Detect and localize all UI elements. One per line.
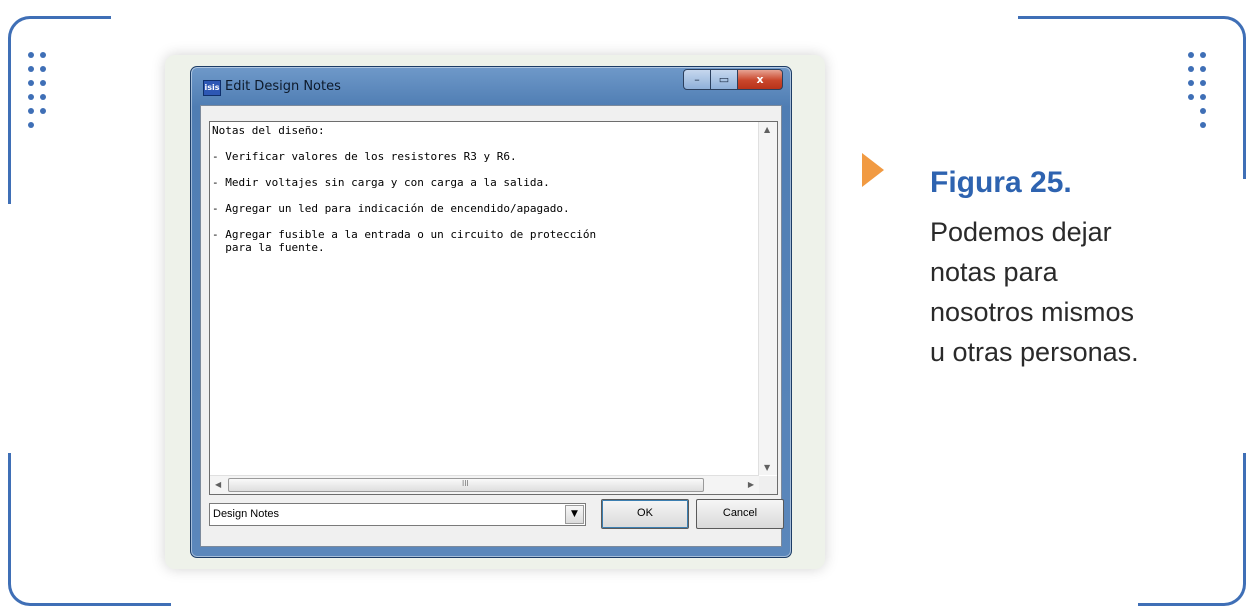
dots-decoration-left [28,52,58,132]
figure-title: Figura 25. [930,166,1072,199]
frame-corner-bottom-left [8,453,171,606]
horizontal-scroll-thumb[interactable]: III [228,478,704,492]
select-value: Design Notes [213,508,280,520]
caption-line: u otras personas. [930,337,1139,367]
notes-line: - Agregar un led para indicación de ence… [212,202,570,215]
ok-button[interactable]: OK [601,499,689,529]
notes-line [212,215,757,228]
notes-line [212,189,757,202]
dialog-client-area: Notas del diseño: - Verificar valores de … [200,105,784,547]
frame-corner-top-left [8,16,111,204]
title-bar[interactable]: isis Edit Design Notes – ▭ x [191,67,791,105]
caption-line: Podemos dejar [930,217,1112,247]
scroll-up-icon[interactable]: ▲ [764,125,770,134]
scroll-down-icon[interactable]: ▼ [764,463,770,472]
notes-line [212,137,757,150]
notes-editor[interactable]: Notas del diseño: - Verificar valores de … [209,121,778,495]
scroll-left-icon[interactable]: ◀ [215,480,221,489]
caption-arrow-icon [862,153,884,187]
close-button[interactable]: x [737,69,783,90]
minimize-button[interactable]: – [683,69,711,90]
dropdown-arrow-icon[interactable]: ▼ [565,505,584,524]
maximize-button[interactable]: ▭ [710,69,738,90]
notes-line: - Medir voltajes sin carga y con carga a… [212,176,550,189]
notes-line: Notas del diseño: [212,124,325,137]
cancel-button[interactable]: Cancel [696,499,784,529]
notes-category-select[interactable]: Design Notes ▼ [209,503,586,526]
notes-line: para la fuente. [212,241,325,254]
dots-decoration-right [1188,52,1218,132]
grip-icon: III [462,479,469,488]
frame-corner-bottom-right [1138,453,1246,606]
vertical-scrollbar[interactable]: ▲ ▼ [758,122,777,475]
edit-design-notes-window: isis Edit Design Notes – ▭ x Notas del d… [190,66,792,558]
caption-line: notas para [930,257,1058,287]
notes-line: - Verificar valores de los resistores R3… [212,150,517,163]
scrollbar-corner [759,476,777,494]
caption-line: nosotros mismos [930,297,1135,327]
notes-text[interactable]: Notas del diseño: - Verificar valores de … [212,124,757,474]
notes-line: - Agregar fusible a la entrada o un circ… [212,228,597,241]
notes-line [212,163,757,176]
figure-caption: Podemos dejar notas para nosotros mismos u … [930,212,1220,372]
app-icon: isis [203,80,221,96]
window-title: Edit Design Notes [225,79,341,94]
scroll-right-icon[interactable]: ▶ [748,480,754,489]
window-controls: – ▭ x [683,69,783,90]
horizontal-scrollbar[interactable]: ◀ III ▶ [210,475,759,494]
